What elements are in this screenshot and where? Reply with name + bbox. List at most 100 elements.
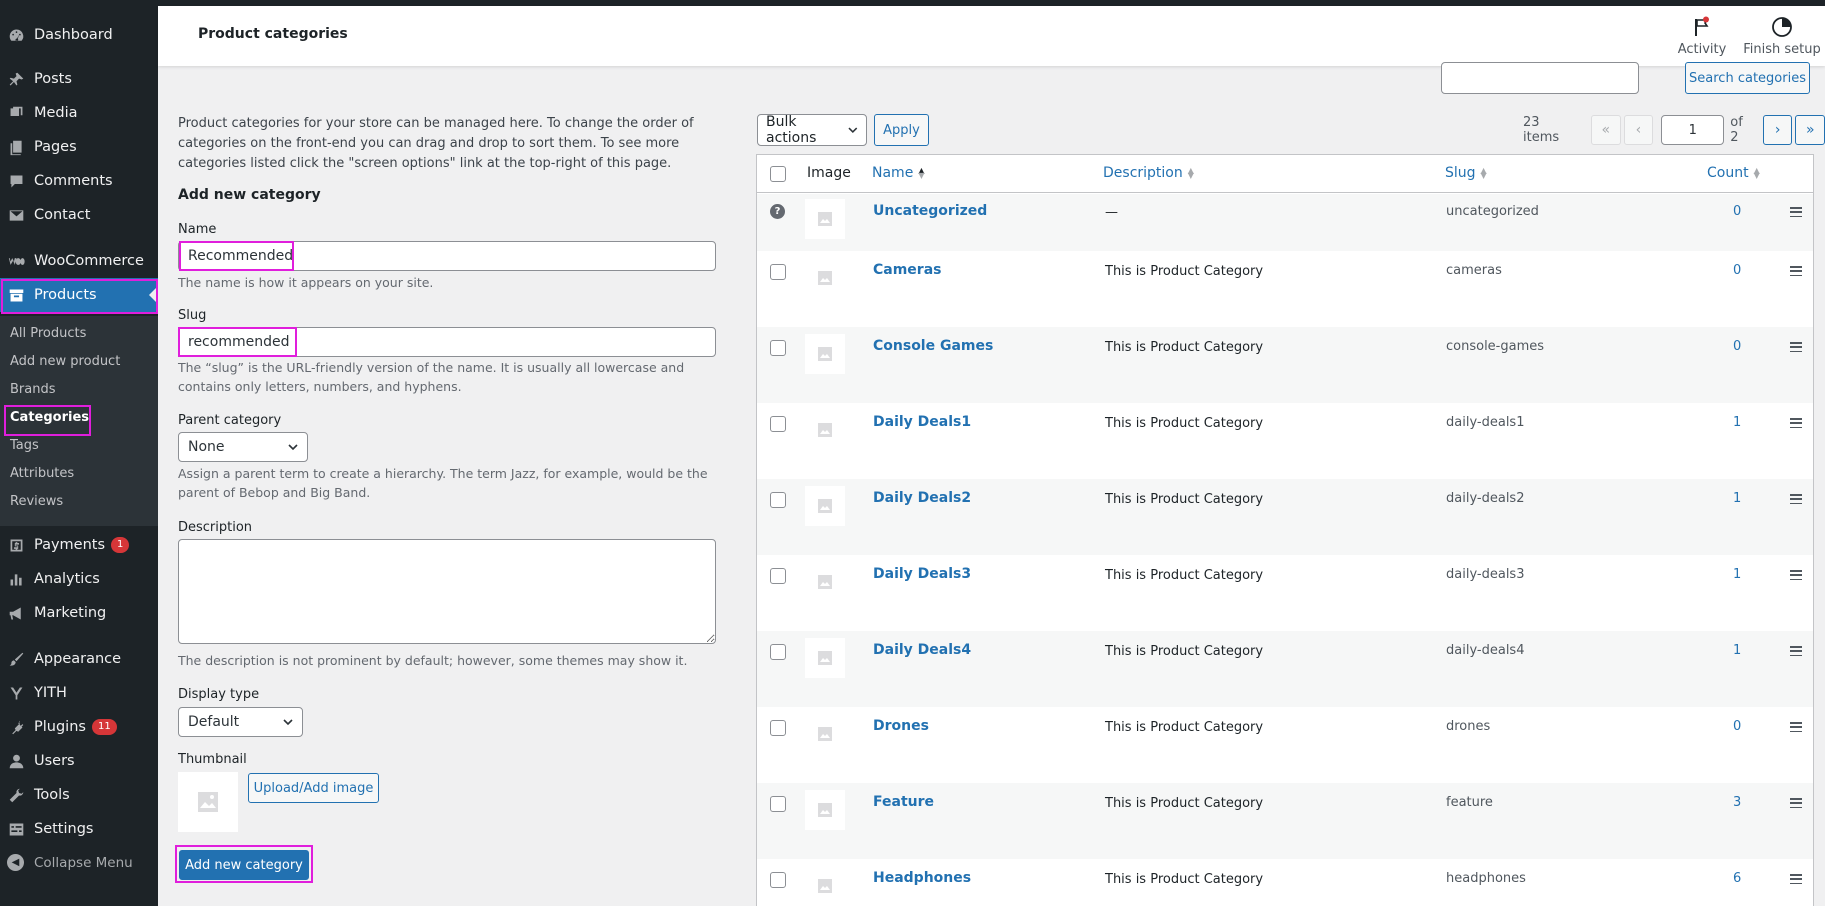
row-checkbox[interactable]	[770, 264, 786, 280]
category-count-link[interactable]: 1	[1733, 567, 1741, 582]
menu-plugins[interactable]: Plugins 11	[0, 710, 158, 744]
menu-pages[interactable]: Pages	[0, 130, 158, 164]
row-checkbox[interactable]	[770, 416, 786, 432]
row-checkbox[interactable]	[770, 492, 786, 508]
current-page-input[interactable]: 1	[1661, 115, 1725, 145]
submenu-tags[interactable]: Tags	[10, 438, 39, 453]
menu-appearance[interactable]: Appearance	[0, 642, 158, 676]
drag-handle-icon[interactable]	[1790, 722, 1802, 732]
menu-settings[interactable]: Settings	[0, 812, 158, 846]
drag-handle-icon[interactable]	[1790, 266, 1802, 276]
row-checkbox[interactable]	[770, 568, 786, 584]
activity-button[interactable]: Activity	[1670, 16, 1734, 57]
menu-users[interactable]: Users	[0, 744, 158, 778]
name-input[interactable]	[178, 241, 716, 271]
category-count-link[interactable]: 6	[1733, 871, 1741, 886]
search-categories-button[interactable]: Search categories	[1685, 62, 1810, 94]
menu-media[interactable]: Media	[0, 96, 158, 130]
menu-products[interactable]: Products	[0, 278, 158, 312]
column-description[interactable]: Description ▲ ▼	[1103, 165, 1194, 181]
column-slug[interactable]: Slug ▲ ▼	[1445, 165, 1487, 181]
category-count-link[interactable]: 3	[1733, 795, 1741, 810]
menu-posts[interactable]: Posts	[0, 62, 158, 96]
category-name-link[interactable]: Console Games	[873, 338, 993, 354]
submenu-brands[interactable]: Brands	[10, 382, 56, 397]
menu-tools[interactable]: Tools	[0, 778, 158, 812]
collapse-menu-button[interactable]: ◀ Collapse Menu	[7, 854, 133, 871]
category-count-link[interactable]: 0	[1733, 719, 1741, 734]
category-name-link[interactable]: Daily Deals2	[873, 490, 971, 506]
finish-setup-button[interactable]: Finish setup	[1742, 16, 1822, 57]
description-textarea[interactable]	[178, 539, 716, 644]
image-placeholder-icon	[818, 727, 832, 741]
row-checkbox[interactable]	[770, 644, 786, 660]
select-all-checkbox[interactable]	[770, 166, 786, 182]
category-name-link[interactable]: Feature	[873, 794, 934, 810]
first-page-button[interactable]: «	[1590, 115, 1621, 145]
category-name-link[interactable]: Daily Deals1	[873, 414, 971, 430]
column-name[interactable]: Name ▲ ▼	[872, 165, 924, 181]
column-image: Image	[807, 165, 851, 181]
column-count[interactable]: Count ▲ ▼	[1707, 165, 1760, 181]
menu-yith[interactable]: YITH	[0, 676, 158, 710]
display-type-select[interactable]: Default	[178, 707, 303, 737]
table-row: ? Uncategorized — uncategorized 0	[757, 194, 1813, 251]
menu-comments[interactable]: Comments	[0, 164, 158, 198]
menu-payments[interactable]: Payments 1	[0, 528, 158, 562]
category-count-link[interactable]: 0	[1733, 263, 1741, 278]
menu-label: Comments	[34, 173, 113, 189]
category-name-link[interactable]: Headphones	[873, 870, 971, 886]
category-name-link[interactable]: Cameras	[873, 262, 942, 278]
last-page-button[interactable]: »	[1795, 115, 1825, 145]
drag-handle-icon[interactable]	[1790, 874, 1802, 884]
submenu-add-new-product[interactable]: Add new product	[10, 354, 120, 369]
menu-analytics[interactable]: Analytics	[0, 562, 158, 596]
menu-label: Contact	[34, 207, 91, 223]
row-checkbox[interactable]	[770, 872, 786, 888]
drag-handle-icon[interactable]	[1790, 570, 1802, 580]
category-image	[805, 334, 845, 374]
menu-woocommerce[interactable]: WooCommerce	[0, 244, 158, 278]
payments-badge: 1	[111, 537, 130, 553]
pages-icon	[7, 138, 25, 156]
category-image	[805, 486, 845, 526]
menu-contact[interactable]: Contact	[0, 198, 158, 232]
drag-handle-icon[interactable]	[1790, 342, 1802, 352]
submenu-categories[interactable]: Categories	[10, 410, 89, 425]
category-name-link[interactable]: Uncategorized	[873, 203, 987, 219]
apply-button[interactable]: Apply	[874, 114, 929, 146]
category-name-link[interactable]: Daily Deals4	[873, 642, 971, 658]
submenu-reviews[interactable]: Reviews	[10, 494, 63, 509]
bulk-actions-select[interactable]: Bulk actions	[757, 114, 867, 146]
drag-handle-icon[interactable]	[1790, 798, 1802, 808]
next-page-button[interactable]: ›	[1762, 115, 1793, 145]
category-count-link[interactable]: 0	[1733, 204, 1741, 219]
category-count-link[interactable]: 0	[1733, 339, 1741, 354]
category-count-link[interactable]: 1	[1733, 415, 1741, 430]
menu-marketing[interactable]: Marketing	[0, 596, 158, 630]
row-checkbox[interactable]	[770, 720, 786, 736]
category-name-link[interactable]: Daily Deals3	[873, 566, 971, 582]
parent-category-select[interactable]: None	[178, 432, 308, 462]
prev-page-button[interactable]: ‹	[1623, 115, 1654, 145]
row-checkbox[interactable]	[770, 796, 786, 812]
table-row: Console Games This is Product Category con…	[757, 327, 1813, 403]
category-count-link[interactable]: 1	[1733, 643, 1741, 658]
row-checkbox[interactable]	[770, 340, 786, 356]
search-input[interactable]	[1441, 62, 1639, 94]
add-new-category-button[interactable]: Add new category	[179, 850, 309, 880]
submenu-attributes[interactable]: Attributes	[10, 466, 74, 481]
menu-dashboard[interactable]: Dashboard	[0, 18, 158, 52]
wrench-icon	[7, 786, 25, 804]
drag-handle-icon[interactable]	[1790, 207, 1802, 217]
category-description: This is Product Category	[1105, 492, 1264, 507]
submenu-all-products[interactable]: All Products	[10, 326, 86, 341]
items-count: 23 items	[1523, 115, 1560, 145]
drag-handle-icon[interactable]	[1790, 418, 1802, 428]
category-name-link[interactable]: Drones	[873, 718, 929, 734]
drag-handle-icon[interactable]	[1790, 646, 1802, 656]
slug-input[interactable]	[178, 327, 716, 357]
drag-handle-icon[interactable]	[1790, 494, 1802, 504]
category-count-link[interactable]: 1	[1733, 491, 1741, 506]
upload-add-image-button[interactable]: Upload/Add image	[248, 773, 379, 803]
